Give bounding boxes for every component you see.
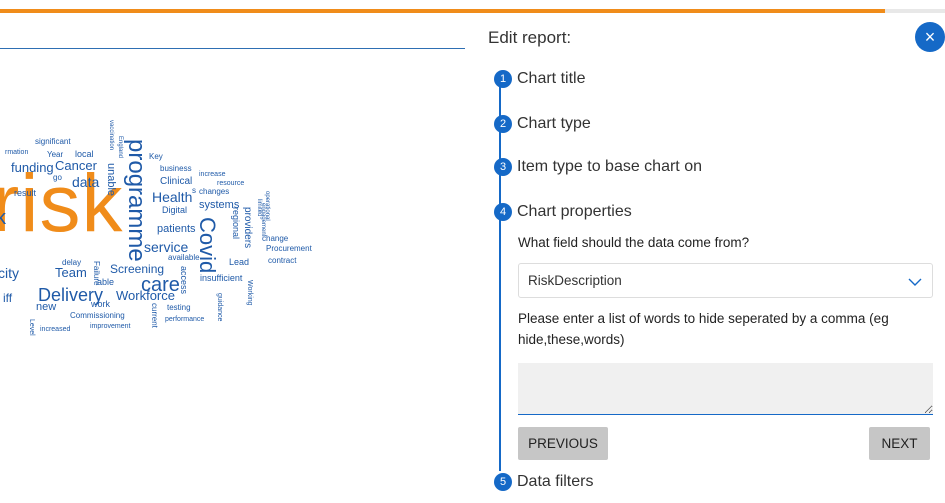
word: Commissioning (70, 311, 125, 320)
word: funding (11, 160, 54, 175)
step-number: 1 (494, 70, 512, 88)
word: local (75, 149, 94, 159)
step-number: 3 (494, 158, 512, 176)
step-chart-title[interactable]: 1 Chart title (494, 70, 585, 88)
panel-title: Edit report: (488, 28, 572, 47)
word: unable (105, 163, 117, 197)
word: significant (35, 137, 71, 146)
word: resource (217, 180, 245, 187)
step-chart-type[interactable]: 2 Chart type (494, 115, 591, 133)
word: Health (152, 189, 193, 205)
word: Clinical (160, 176, 193, 187)
hide-words-textarea[interactable] (518, 363, 933, 415)
report-editor-page: risk programme Covid care Delivery fundi… (0, 0, 945, 503)
word: work (91, 299, 111, 309)
word: k (0, 207, 6, 229)
word: Level (28, 319, 35, 336)
word: data (72, 174, 100, 190)
word: contract (268, 256, 297, 265)
step-label: Chart properties (517, 203, 632, 220)
step-data-filters[interactable]: 5 Data filters (494, 473, 593, 491)
chevron-down-icon (908, 278, 922, 286)
word: service (144, 239, 189, 255)
step-chart-properties[interactable]: 4 Chart properties (494, 203, 632, 221)
step-label: Item type to base chart on (517, 158, 702, 175)
close-icon: × (924, 26, 936, 47)
word: improvement (90, 323, 131, 330)
word: England (117, 136, 123, 159)
word: testing (167, 303, 191, 312)
word: able (97, 277, 115, 287)
word: available (168, 253, 200, 262)
step-label: Chart type (517, 115, 591, 132)
word: Screening (110, 262, 165, 276)
word-cloud: risk programme Covid care Delivery fundi… (0, 13, 465, 503)
data-field-value: RiskDescription (528, 273, 622, 288)
word: patients (157, 223, 196, 235)
step-number: 5 (494, 473, 512, 491)
word: engagement (260, 203, 266, 237)
word: providers (242, 207, 253, 249)
word: vaccination (108, 120, 114, 151)
word: iff (3, 291, 13, 305)
word: business (160, 164, 192, 173)
word: performance (165, 316, 205, 323)
word: delay (62, 258, 82, 267)
word: increased (40, 326, 71, 333)
word: go (53, 173, 62, 182)
word: insufficient (200, 273, 243, 283)
step-item-type[interactable]: 3 Item type to base chart on (494, 158, 702, 176)
word: result (14, 188, 37, 198)
edit-report-panel: Edit report: × 1 Chart title 2 Chart typ… (478, 13, 945, 503)
top-progress-bar (0, 0, 945, 13)
word: city (0, 265, 19, 281)
word: Key (149, 152, 163, 161)
word: s (192, 186, 196, 195)
step-number: 4 (494, 203, 512, 221)
step-label: Data filters (517, 473, 594, 490)
chart-preview: risk programme Covid care Delivery fundi… (0, 13, 465, 503)
word: Workforce (116, 288, 175, 303)
previous-button[interactable]: PREVIOUS (518, 427, 608, 460)
word: Digital (162, 205, 188, 215)
word: access (179, 266, 189, 295)
word: current (150, 303, 159, 328)
close-button[interactable]: × (915, 22, 945, 52)
word: Year (47, 150, 64, 159)
word: changes (199, 187, 230, 196)
word: rmation (5, 149, 29, 156)
word: Lead (229, 257, 250, 267)
word: Working (246, 280, 253, 306)
data-field-question: What field should the data come from? (518, 235, 750, 250)
data-field-select[interactable]: RiskDescription (518, 263, 933, 298)
steps-connector (499, 83, 501, 471)
word: new (36, 301, 57, 313)
step-number: 2 (494, 115, 512, 133)
word: Procurement (266, 244, 312, 253)
step-label: Chart title (517, 70, 586, 87)
word: guidance (216, 293, 223, 322)
word: increase (199, 171, 226, 178)
hide-words-question: Please enter a list of words to hide sep… (518, 311, 889, 347)
word: Team (55, 265, 87, 280)
next-button[interactable]: NEXT (869, 427, 930, 460)
word: regional (231, 207, 241, 240)
word: Cancer (55, 158, 97, 173)
word: Covid (195, 217, 220, 274)
